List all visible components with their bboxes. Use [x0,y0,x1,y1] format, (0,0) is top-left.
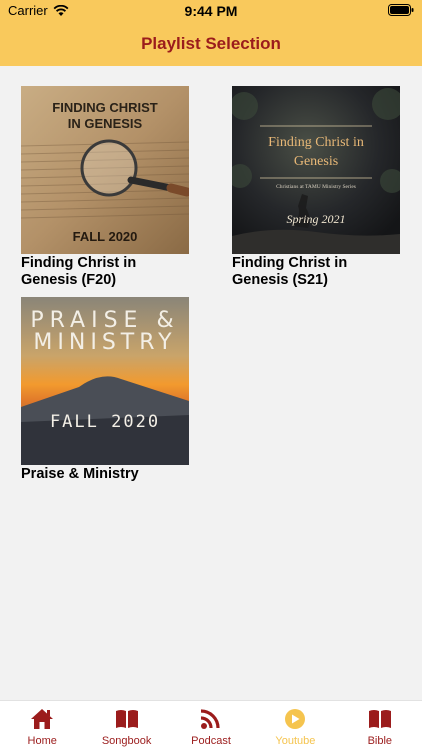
playlist-tile-s21[interactable]: Finding Christ in Genesis Christians at … [232,86,402,289]
tab-bible[interactable]: Bible [338,701,422,751]
playlist-thumbnail[interactable]: Finding Christ in Genesis Christians at … [232,86,400,254]
art-line: MINISTRY [33,330,176,355]
podcast-icon [200,709,220,729]
playlist-thumbnail[interactable]: PRAISE & MINISTRY FALL 2020 [21,297,189,465]
art-line: Finding Christ in [268,135,364,150]
playlist-title[interactable]: Finding Christ in Genesis (S21) [232,255,392,289]
status-bar: Carrier 9:44 PM [0,0,422,22]
art-line: Spring 2021 [286,212,345,226]
bible-icon [368,710,391,728]
nav-bar: Playlist Selection [0,22,422,66]
art-line: FINDING CHRIST [52,100,158,115]
playlist-title[interactable]: Praise & Ministry [21,466,181,483]
status-time: 9:44 PM [184,3,238,19]
home-icon [31,709,54,729]
tab-home[interactable]: Home [0,701,84,751]
art-line: FALL 2020 [50,412,160,432]
art-line: FALL 2020 [73,229,138,244]
tab-label: Youtube [275,735,316,747]
playlist-tile-praise[interactable]: PRAISE & MINISTRY FALL 2020 Praise & Min… [21,297,191,483]
tab-podcast[interactable]: Podcast [169,701,253,751]
play-icon [285,709,306,729]
playlist-thumbnail[interactable]: FINDING CHRIST IN GENESIS FALL 2020 [21,86,189,254]
tab-label: Home [27,735,57,747]
battery-icon [388,4,414,16]
tab-label: Podcast [191,735,231,747]
tab-youtube[interactable]: Youtube [253,701,337,751]
tab-label: Songbook [101,735,152,747]
art-line: Genesis [294,154,338,169]
playlist-tile-f20[interactable]: FINDING CHRIST IN GENESIS FALL 2020 Find… [21,86,191,289]
page-title: Playlist Selection [141,34,281,53]
tab-songbook[interactable]: Songbook [84,701,168,751]
tab-label: Bible [367,735,393,747]
tab-bar: Home Songbook Podcast Youtube Bible [0,700,422,751]
art-line: Christians at TAMU Ministry Series [276,184,356,190]
playlist-title[interactable]: Finding Christ in Genesis (F20) [21,255,181,289]
book-icon [115,710,138,728]
art-line: IN GENESIS [68,116,143,131]
